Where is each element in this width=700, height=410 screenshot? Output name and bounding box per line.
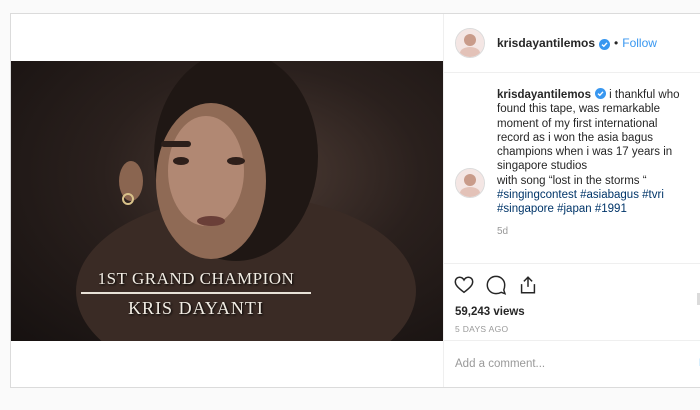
hashtag-link[interactable]: #singingcontest (497, 189, 577, 201)
hashtag-link[interactable]: #singapore (497, 203, 554, 215)
video-overlay-text: 1ST GRAND CHAMPION KRIS DAYANTI (81, 269, 311, 319)
avatar[interactable] (455, 28, 485, 58)
comment-placeholder[interactable]: Add a comment... (455, 358, 545, 370)
caption-section: krisdayantilemos i thankful who found th… (444, 73, 700, 264)
post-header: krisdayantilemos • Follow (444, 14, 700, 73)
caption-age[interactable]: 5d (497, 225, 693, 239)
comment-icon[interactable] (485, 274, 507, 296)
add-comment-field[interactable]: Add a comment... P (444, 340, 700, 387)
share-icon[interactable] (517, 274, 539, 296)
heart-icon[interactable] (453, 274, 475, 296)
post-timestamp[interactable]: 5 DAYS AGO (444, 324, 700, 334)
caption-username-link[interactable]: krisdayantilemos (497, 89, 591, 101)
caption-song-line: with song “lost in the storms “ (497, 174, 647, 187)
hashtag-link[interactable]: #tvri (642, 189, 664, 201)
verified-badge-icon (594, 88, 606, 99)
overlay-name: KRIS DAYANTI (128, 298, 264, 318)
avatar[interactable] (455, 168, 485, 198)
caption-body: i thankful who found this tape, was rema… (497, 89, 680, 173)
post-sidebar: krisdayantilemos • Follow krisdayantilem… (443, 14, 700, 387)
video-player[interactable]: 1ST GRAND CHAMPION KRIS DAYANTI (11, 61, 443, 341)
verified-badge-icon (599, 38, 611, 50)
view-count[interactable]: 59,243 views (444, 306, 700, 318)
username-link[interactable]: krisdayantilemos (497, 36, 595, 50)
caption-text: krisdayantilemos i thankful who found th… (497, 87, 693, 239)
hashtag-link[interactable]: #1991 (595, 203, 627, 215)
post-card: 1ST GRAND CHAMPION KRIS DAYANTI krisdaya… (10, 13, 700, 388)
action-bar (444, 264, 700, 300)
separator-dot: • (614, 36, 619, 50)
hashtag-link[interactable]: #asiabagus (580, 189, 639, 201)
overlay-title: 1ST GRAND CHAMPION (81, 269, 311, 294)
hashtag-link[interactable]: #japan (557, 203, 592, 215)
follow-button[interactable]: Follow (622, 36, 657, 50)
